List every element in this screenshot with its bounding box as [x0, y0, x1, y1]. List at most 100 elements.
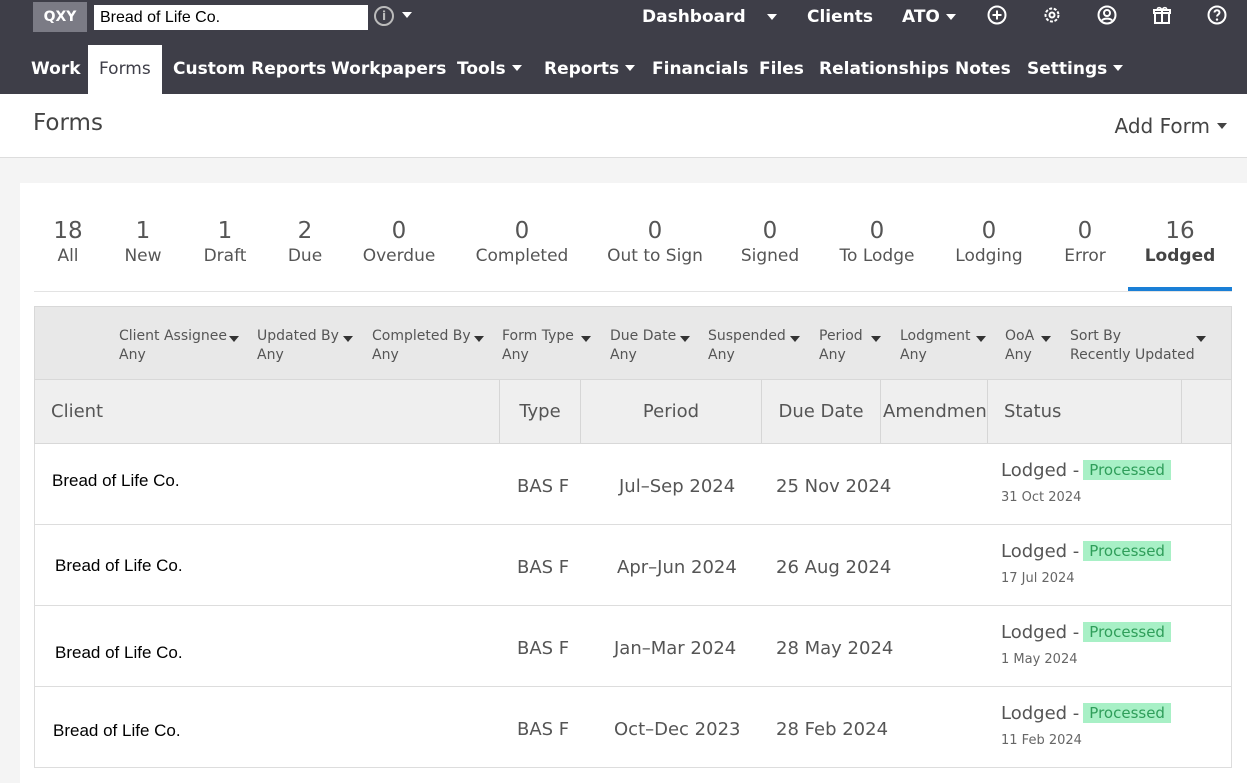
- column-header-client[interactable]: Client: [51, 380, 491, 443]
- firm-badge[interactable]: QXY: [33, 2, 87, 32]
- gift-icon[interactable]: [1152, 5, 1172, 25]
- filter-label: Lodgment: [900, 328, 971, 344]
- nav-financials[interactable]: Financials: [652, 45, 748, 93]
- nav-tools-label: Tools: [457, 59, 506, 79]
- filter-value: Any: [900, 347, 927, 363]
- column-header-amendment[interactable]: Amendment: [880, 380, 987, 443]
- nav-forms[interactable]: Forms: [88, 45, 162, 94]
- filter-form-type[interactable]: Form Type Any: [502, 327, 591, 365]
- user-profile-icon[interactable]: [1097, 5, 1117, 25]
- stat-out-to-sign[interactable]: 0 Out to Sign: [607, 217, 703, 267]
- row-client[interactable]: Bread of Life Co.: [53, 721, 181, 741]
- clients-link[interactable]: Clients: [807, 4, 873, 30]
- filter-label: Updated By: [257, 328, 339, 344]
- filter-value: Any: [372, 347, 399, 363]
- add-form-button[interactable]: Add Form: [1115, 114, 1227, 138]
- nav-settings[interactable]: Settings: [1027, 45, 1124, 93]
- filter-suspended[interactable]: Suspended Any: [708, 327, 800, 365]
- stat-error[interactable]: 0 Error: [1064, 217, 1105, 267]
- stat-all[interactable]: 18 All: [53, 217, 82, 267]
- filter-label: OoA: [1005, 328, 1035, 344]
- stat-label: All: [57, 246, 79, 266]
- nav-relationships[interactable]: Relationships: [819, 45, 949, 93]
- ato-chevron-down-icon[interactable]: [946, 14, 956, 20]
- filter-label: Sort By: [1070, 328, 1122, 344]
- stat-label: New: [124, 246, 162, 266]
- ato-link[interactable]: ATO: [902, 4, 940, 30]
- nav-workpapers[interactable]: Workpapers: [331, 45, 446, 93]
- stat-label: Lodging: [955, 246, 1023, 266]
- filter-ooa[interactable]: OoA Any: [1005, 327, 1051, 365]
- table-row[interactable]: Bread of Life Co. BAS F Oct–Dec 2023 28 …: [34, 687, 1232, 768]
- status-date: 31 Oct 2024: [1001, 490, 1082, 505]
- filter-value: Any: [610, 347, 637, 363]
- column-header-status[interactable]: Status: [987, 380, 1181, 443]
- help-icon[interactable]: [1207, 5, 1227, 25]
- add-circle-icon[interactable]: [987, 5, 1007, 25]
- info-icon[interactable]: i: [374, 6, 394, 26]
- nav-notes[interactable]: Notes: [955, 45, 1011, 93]
- chevron-down-icon: [343, 336, 353, 342]
- stats-divider: [34, 291, 1232, 292]
- column-header-period[interactable]: Period: [580, 380, 761, 443]
- row-client[interactable]: Bread of Life Co.: [55, 643, 183, 663]
- row-due-date: 28 May 2024: [776, 638, 894, 659]
- filter-value: Any: [708, 347, 735, 363]
- column-header-due-date[interactable]: Due Date: [761, 380, 880, 443]
- filter-client-assignee[interactable]: Client Assignee Any: [119, 327, 239, 365]
- stat-draft[interactable]: 1 Draft: [204, 217, 247, 267]
- table-row[interactable]: Bread of Life Co. BAS F Jul–Sep 2024 25 …: [34, 444, 1232, 525]
- dashboard-chevron-down-icon[interactable]: [767, 14, 777, 20]
- chevron-down-icon: [790, 336, 800, 342]
- chevron-down-icon: [871, 336, 881, 342]
- stat-due[interactable]: 2 Due: [288, 217, 322, 267]
- nav-custom-reports[interactable]: Custom Reports: [173, 45, 326, 93]
- client-menu-chevron-icon[interactable]: [402, 12, 412, 18]
- filter-due-date[interactable]: Due Date Any: [610, 327, 690, 365]
- table-row[interactable]: Bread of Life Co. BAS F Jan–Mar 2024 28 …: [34, 606, 1232, 687]
- status-date: 11 Feb 2024: [1001, 733, 1082, 748]
- table-row[interactable]: Bread of Life Co. BAS F Apr–Jun 2024 26 …: [34, 525, 1232, 606]
- row-client[interactable]: Bread of Life Co.: [52, 471, 180, 491]
- stat-to-lodge[interactable]: 0 To Lodge: [840, 217, 915, 267]
- stat-label: Lodged: [1144, 246, 1216, 266]
- row-status: Lodged - Processed: [1001, 460, 1171, 481]
- dashboard-link[interactable]: Dashboard: [642, 4, 746, 30]
- filter-label: Completed By: [372, 328, 471, 344]
- chevron-down-icon: [976, 336, 986, 342]
- stat-completed[interactable]: 0 Completed: [476, 217, 569, 267]
- filter-completed-by[interactable]: Completed By Any: [372, 327, 484, 365]
- filter-label: Client Assignee: [119, 328, 228, 344]
- filter-sort-by[interactable]: Sort By Recently Updated: [1070, 327, 1206, 365]
- filter-updated-by[interactable]: Updated By Any: [257, 327, 353, 365]
- row-client[interactable]: Bread of Life Co.: [55, 556, 183, 576]
- row-type: BAS F: [517, 476, 570, 497]
- filter-value: Recently Updated: [1070, 347, 1195, 363]
- nav-files[interactable]: Files: [759, 45, 804, 93]
- stat-count: 0: [647, 218, 663, 244]
- stat-label: Completed: [475, 246, 569, 266]
- nav-work[interactable]: Work: [31, 45, 81, 93]
- column-header-type[interactable]: Type: [499, 380, 580, 443]
- stat-count: 1: [217, 218, 233, 244]
- stat-lodged[interactable]: 16 Lodged: [1145, 217, 1216, 267]
- chevron-down-icon: [1217, 123, 1227, 129]
- top-bar: QXY Bread of Life Co. i Dashboard Client…: [0, 0, 1247, 94]
- client-selector-input[interactable]: Bread of Life Co.: [94, 5, 368, 30]
- stat-new[interactable]: 1 New: [124, 217, 161, 267]
- filter-period[interactable]: Period Any: [819, 327, 881, 365]
- stat-lodging[interactable]: 0 Lodging: [955, 217, 1022, 267]
- chevron-down-icon: [625, 64, 636, 71]
- stat-label: To Lodge: [839, 246, 915, 266]
- filter-lodgment[interactable]: Lodgment Any: [900, 327, 986, 365]
- stat-count: 0: [391, 218, 407, 244]
- nav-reports[interactable]: Reports: [544, 45, 636, 93]
- stat-overdue[interactable]: 0 Overdue: [363, 217, 436, 267]
- stat-count: 16: [1165, 218, 1195, 244]
- stat-signed[interactable]: 0 Signed: [741, 217, 799, 267]
- row-due-date: 26 Aug 2024: [776, 557, 892, 578]
- row-status: Lodged - Processed: [1001, 622, 1171, 643]
- nav-tools[interactable]: Tools: [457, 45, 522, 93]
- stat-count: 0: [981, 218, 997, 244]
- gear-icon[interactable]: [1042, 5, 1062, 25]
